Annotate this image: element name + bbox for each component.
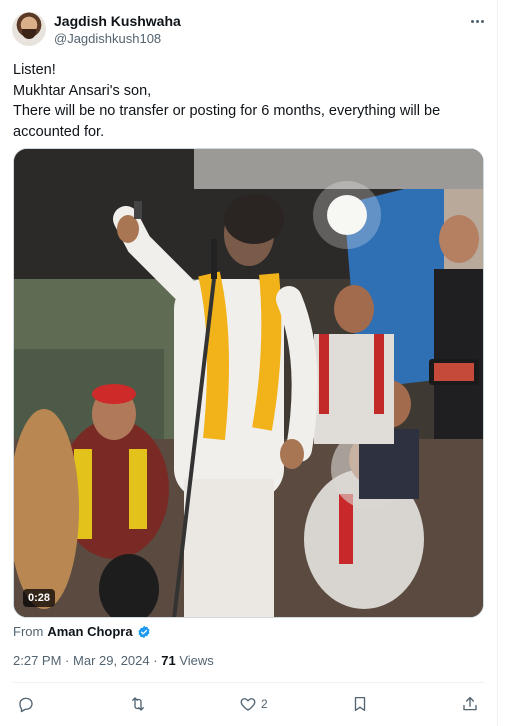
share-button[interactable] bbox=[461, 692, 483, 716]
video-player[interactable]: 0:28 bbox=[13, 148, 484, 618]
author-names: Jagdish Kushwaha @Jagdishkush108 bbox=[54, 12, 181, 47]
views-count[interactable]: 71 bbox=[161, 653, 175, 668]
post-header: Jagdish Kushwaha @Jagdishkush108 bbox=[12, 12, 490, 48]
author-handle[interactable]: @Jagdishkush108 bbox=[54, 30, 181, 47]
meta-separator: · bbox=[153, 653, 158, 668]
post-text-line: There will be no transfer or posting for… bbox=[13, 103, 441, 119]
video-source-attribution: From Aman Chopra bbox=[13, 624, 151, 640]
action-bar: 2 bbox=[13, 692, 485, 716]
heart-icon bbox=[240, 698, 256, 711]
from-label: From bbox=[13, 624, 44, 639]
like-button[interactable]: 2 bbox=[239, 692, 268, 716]
post-time[interactable]: 2:27 PM bbox=[13, 653, 61, 668]
post-text-line: Mukhtar Ansari's son, bbox=[13, 82, 152, 99]
repost-icon bbox=[132, 697, 144, 711]
post-meta: 2:27 PM · Mar 29, 2024 · 71 Views bbox=[13, 653, 214, 669]
repost-button[interactable] bbox=[129, 692, 151, 716]
like-count: 2 bbox=[261, 697, 268, 711]
bookmark-button[interactable] bbox=[351, 692, 373, 716]
share-icon bbox=[463, 696, 477, 711]
divider bbox=[13, 682, 485, 683]
more-horizontal-icon[interactable] bbox=[466, 14, 488, 28]
video-thumbnail bbox=[14, 149, 483, 617]
video-duration-badge: 0:28 bbox=[23, 589, 56, 607]
avatar[interactable] bbox=[12, 12, 46, 46]
post-text: Listen! Mukhtar Ansari's son, There will… bbox=[13, 60, 483, 142]
post-text-line: Listen! bbox=[13, 62, 56, 78]
source-account-link[interactable]: Aman Chopra bbox=[47, 624, 132, 640]
post-date[interactable]: Mar 29, 2024 bbox=[73, 653, 150, 668]
reply-button[interactable] bbox=[17, 692, 39, 716]
post-card[interactable]: Jagdish Kushwaha @Jagdishkush108 Listen!… bbox=[0, 0, 498, 726]
reply-icon bbox=[19, 697, 33, 713]
meta-separator: · bbox=[65, 653, 70, 668]
bookmark-icon bbox=[354, 696, 366, 712]
verified-badge-icon bbox=[138, 625, 150, 639]
author-display-name[interactable]: Jagdish Kushwaha bbox=[54, 12, 181, 30]
views-label: Views bbox=[179, 653, 214, 668]
post-text-line: accounted for. bbox=[13, 123, 105, 140]
